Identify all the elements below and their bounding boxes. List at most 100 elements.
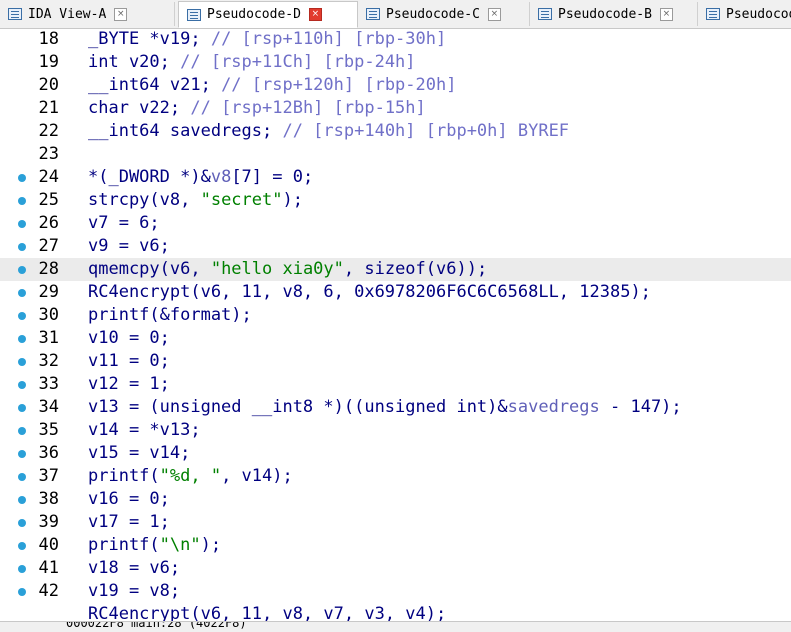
breakpoint-dot-icon[interactable] [18,450,26,458]
breakpoint-dot-icon[interactable] [18,174,26,182]
code-text[interactable]: __int64 savedregs; // [rsp+140h] [rbp+0h… [88,120,569,143]
tab-label: Pseudocode-B [558,6,652,22]
code-text[interactable]: printf(&format); [88,304,252,327]
code-line[interactable]: 35 v14 = *v13; [0,419,791,442]
code-text[interactable]: v10 = 0; [88,327,170,350]
code-token: v17 = 1; [88,512,170,532]
breakpoint-dot-icon[interactable] [18,358,26,366]
tab-label: IDA View-A [28,6,107,22]
code-text[interactable]: v7 = 6; [88,212,160,235]
code-text[interactable]: v9 = v6; [88,235,170,258]
breakpoint-dot-icon[interactable] [18,427,26,435]
code-line[interactable]: 18 _BYTE *v19; // [rsp+110h] [rbp-30h] [0,28,791,51]
code-text[interactable]: strcpy(v8, "secret"); [88,189,303,212]
code-text[interactable]: v11 = 0; [88,350,170,373]
code-text[interactable]: v19 = v8; [88,580,180,603]
code-text[interactable]: RC4encrypt(v6, 11, v8, 6, 0x6978206F6C6C… [88,281,651,304]
code-token: v8 [210,167,232,187]
tab-ida-view-a[interactable]: IDA View-A × [0,2,175,26]
code-line[interactable]: 29 RC4encrypt(v6, 11, v8, 6, 0x6978206F6C… [0,281,791,304]
code-token: // [rsp+12Bh] [rbp-15h] [190,98,426,118]
breakpoint-dot-icon[interactable] [18,312,26,320]
breakpoint-dot-icon[interactable] [18,289,26,297]
breakpoint-dot-icon[interactable] [18,588,26,596]
code-token: __int64 savedregs; [88,121,283,141]
code-line[interactable]: 37 printf("%d, ", v14); [0,465,791,488]
breakpoint-dot-icon[interactable] [18,220,26,228]
code-text[interactable]: v16 = 0; [88,488,170,511]
code-text[interactable]: RC4encrypt(v6, 11, v8, v7, v3, v4); [88,603,446,621]
tab-pseudocode-c[interactable]: Pseudocode-C × [358,2,530,26]
breakpoint-dot-icon[interactable] [18,519,26,527]
code-line[interactable]: 24 *(_DWORD *)&v8[7] = 0; [0,166,791,189]
code-text[interactable]: char v22; // [rsp+12Bh] [rbp-15h] [88,97,426,120]
code-token: __int64 v21; [88,75,222,95]
document-icon [706,8,720,20]
code-line[interactable]: 31 v10 = 0; [0,327,791,350]
code-token: "hello xia0y" [210,259,344,279]
breakpoint-dot-icon[interactable] [18,197,26,205]
code-line[interactable]: 38 v16 = 0; [0,488,791,511]
code-line[interactable]: 32 v11 = 0; [0,350,791,373]
pseudocode-view[interactable]: 18 _BYTE *v19; // [rsp+110h] [rbp-30h] 19 i… [0,28,791,621]
code-line[interactable]: 33 v12 = 1; [0,373,791,396]
tab-pseudocode-d[interactable]: Pseudocode-D × [178,1,358,28]
breakpoint-dot-icon[interactable] [18,243,26,251]
code-text[interactable]: v13 = (unsigned __int8 *)((unsigned int)… [88,396,682,419]
close-icon[interactable]: × [308,8,322,21]
breakpoint-dot-icon[interactable] [18,335,26,343]
code-text[interactable]: v15 = v14; [88,442,190,465]
code-line[interactable]: 36 v15 = v14; [0,442,791,465]
code-text[interactable]: printf("\n"); [88,534,221,557]
code-line[interactable]: 34 v13 = (unsigned __int8 *)((unsigned in… [0,396,791,419]
code-line[interactable]: 41 v18 = v6; [0,557,791,580]
code-line[interactable]: 23 [0,143,791,166]
code-line[interactable]: 27 v9 = v6; [0,235,791,258]
breakpoint-dot-icon[interactable] [18,542,26,550]
code-line[interactable]: 30 printf(&format); [0,304,791,327]
tab-pseudocode[interactable]: Pseudocode [698,2,791,26]
code-line[interactable]: 39 v17 = 1; [0,511,791,534]
code-text[interactable]: v18 = v6; [88,557,180,580]
tab-label: Pseudocode-D [207,7,301,22]
breakpoint-dot-icon[interactable] [18,404,26,412]
code-text[interactable]: v17 = 1; [88,511,170,534]
line-number: 38 [38,489,59,509]
code-token: // [rsp+140h] [rbp+0h] BYREF [282,121,570,141]
breakpoint-dot-icon[interactable] [18,266,26,274]
breakpoint-dot-icon[interactable] [18,381,26,389]
breakpoint-dot-icon[interactable] [18,496,26,504]
code-token: int v20; [88,52,181,72]
close-icon[interactable]: × [487,7,501,21]
code-text[interactable]: v12 = 1; [88,373,170,396]
breakpoint-dot-icon[interactable] [18,473,26,481]
code-text[interactable]: printf("%d, ", v14); [88,465,293,488]
code-text[interactable]: qmemcpy(v6, "hello xia0y", sizeof(v6)); [88,258,487,281]
code-text[interactable]: int v20; // [rsp+11Ch] [rbp-24h] [88,51,416,74]
line-number: 36 [38,443,59,463]
code-line[interactable]: 40 printf("\n"); [0,534,791,557]
code-text[interactable]: _BYTE *v19; // [rsp+110h] [rbp-30h] [88,28,446,51]
code-line[interactable]: 22 __int64 savedregs; // [rsp+140h] [rbp+… [0,120,791,143]
code-line[interactable]: 28 qmemcpy(v6, "hello xia0y", sizeof(v6))… [0,258,791,281]
code-token: ); [282,190,303,210]
code-line[interactable]: 21 char v22; // [rsp+12Bh] [rbp-15h] [0,97,791,120]
code-line[interactable]: 26 v7 = 6; [0,212,791,235]
code-token: v18 = v6; [88,558,181,578]
code-line[interactable]: RC4encrypt(v6, 11, v8, v7, v3, v4); [0,603,791,621]
close-icon[interactable]: × [114,7,128,21]
tab-pseudocode-b[interactable]: Pseudocode-B × [530,2,698,26]
code-text[interactable]: *(_DWORD *)&v8[7] = 0; [88,166,313,189]
code-token: strcpy(v8, [88,190,201,210]
code-line[interactable]: 42 v19 = v8; [0,580,791,603]
code-line[interactable]: 25 strcpy(v8, "secret"); [0,189,791,212]
code-line[interactable]: 19 int v20; // [rsp+11Ch] [rbp-24h] [0,51,791,74]
line-number: 24 [38,167,59,187]
breakpoint-dot-icon[interactable] [18,565,26,573]
close-icon[interactable]: × [659,7,673,21]
code-text[interactable]: v14 = *v13; [88,419,201,442]
code-token: v15 = v14; [88,443,191,463]
code-text[interactable]: __int64 v21; // [rsp+120h] [rbp-20h] [88,74,456,97]
code-token: *(_DWORD *)& [88,167,211,187]
code-line[interactable]: 20 __int64 v21; // [rsp+120h] [rbp-20h] [0,74,791,97]
